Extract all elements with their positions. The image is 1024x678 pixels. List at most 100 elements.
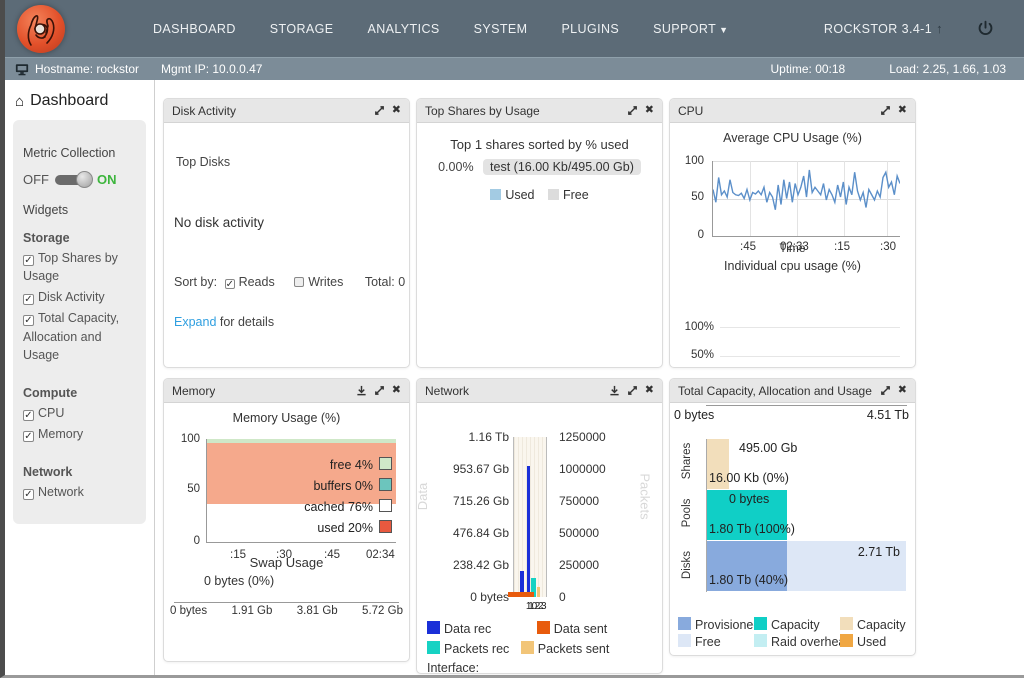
nav-support[interactable]: SUPPORT▼ bbox=[653, 22, 728, 36]
close-icon[interactable]: ✖ bbox=[645, 385, 654, 396]
free-swatch bbox=[678, 634, 691, 647]
power-icon[interactable] bbox=[977, 20, 994, 37]
net-rtick: 750000 bbox=[559, 495, 621, 507]
widget-title: Top Shares by Usage bbox=[425, 104, 540, 118]
capacity-axis bbox=[706, 405, 907, 406]
widget-header: Top Shares by Usage ✖ bbox=[417, 99, 662, 123]
widget-header: Memory ✖ bbox=[164, 379, 409, 403]
swap-axis bbox=[174, 602, 399, 603]
cpu-line-path bbox=[713, 170, 900, 210]
widget-title: CPU bbox=[678, 104, 703, 118]
nav-system[interactable]: SYSTEM bbox=[474, 22, 528, 36]
sort-by-label: Sort by: bbox=[174, 275, 217, 289]
checkbox-checked-icon[interactable]: ✓ bbox=[23, 410, 34, 421]
nav-plugins[interactable]: PLUGINS bbox=[561, 22, 619, 36]
provisioned-swatch bbox=[678, 617, 691, 630]
share-row: 0.00% test (16.00 Kb/495.00 Gb) bbox=[417, 160, 662, 174]
legend-buffers: buffers 0% bbox=[304, 476, 392, 497]
hand-horns-icon bbox=[23, 9, 59, 49]
cached-swatch bbox=[379, 499, 392, 512]
checkbox-checked-icon[interactable]: ✓ bbox=[23, 294, 34, 305]
packets-sent-label: Packets sent bbox=[538, 642, 610, 656]
widget-title: Memory bbox=[172, 384, 215, 398]
swap-tick-1: 1.91 Gb bbox=[231, 605, 272, 617]
resize-icon[interactable] bbox=[374, 385, 385, 396]
cpu-xtick-30: :30 bbox=[880, 241, 896, 253]
expand-link[interactable]: Expand bbox=[174, 315, 216, 329]
network-legend-row2: Packets rec Packets sent bbox=[427, 641, 609, 656]
checkbox-unchecked-icon[interactable] bbox=[294, 277, 304, 287]
rockstor-logo[interactable] bbox=[17, 5, 65, 53]
memory-ytick-0: 0 bbox=[166, 535, 200, 547]
cpu-individual-bar-chart bbox=[720, 327, 900, 368]
close-icon[interactable]: ✖ bbox=[898, 105, 907, 116]
disks-top-label: 2.71 Tb bbox=[858, 545, 900, 559]
memory-chart-title: Memory Usage (%) bbox=[164, 411, 409, 425]
nav-analytics[interactable]: ANALYTICS bbox=[367, 22, 439, 36]
widget-cpu: CPU ✖ Average CPU Usage (%) 100 50 0 bbox=[669, 98, 916, 368]
checkbox-checked-icon[interactable]: ✓ bbox=[23, 431, 34, 442]
checkbox-label: Top Shares by Usage bbox=[23, 251, 118, 283]
toggle-knob[interactable] bbox=[76, 171, 93, 188]
cpu-ytick-100: 100 bbox=[670, 155, 704, 167]
legend-provisioned: Provisioned bbox=[678, 617, 754, 632]
legend-used: Used bbox=[840, 634, 911, 649]
network-right-ticks: 1250000 1000000 750000 500000 250000 0 bbox=[551, 431, 621, 603]
capacity-row: 0 bytes 1.80 Tb (100%) bbox=[707, 490, 906, 540]
memory-area-chart: free 4% buffers 0% cached 76% used 20% bbox=[206, 439, 396, 543]
resize-icon[interactable] bbox=[880, 385, 891, 396]
checkbox-checked-icon[interactable]: ✓ bbox=[23, 255, 34, 266]
sort-writes-option[interactable]: Writes bbox=[294, 275, 343, 289]
checkbox-checked-icon[interactable]: ✓ bbox=[23, 489, 34, 500]
capacity-axis-ticks: 0 bytes 4.51 Tb bbox=[674, 408, 909, 422]
swap-tick-3: 5.72 Gb bbox=[362, 605, 403, 617]
resize-icon[interactable] bbox=[374, 105, 385, 116]
legend-cached-label: cached 76% bbox=[304, 500, 373, 514]
top-disks-label: Top Disks bbox=[176, 155, 230, 169]
nav-storage[interactable]: STORAGE bbox=[270, 22, 334, 36]
resize-icon[interactable] bbox=[627, 385, 638, 396]
version-link[interactable]: ROCKSTOR 3.4-1↑ bbox=[824, 21, 943, 36]
net-data-sent-bar bbox=[508, 592, 534, 597]
status-bar: Hostname: rockstor Mgmt IP: 10.0.0.47 Up… bbox=[5, 57, 1024, 80]
disk-activity-empty-message: No disk activity bbox=[174, 215, 264, 230]
checkbox-checked-icon[interactable]: ✓ bbox=[23, 315, 34, 326]
close-icon[interactable]: ✖ bbox=[392, 385, 401, 396]
close-icon[interactable]: ✖ bbox=[645, 105, 654, 116]
sort-reads-option[interactable]: ✓Reads bbox=[225, 275, 275, 289]
checkbox-checked-icon[interactable]: ✓ bbox=[225, 279, 235, 289]
sidebar-item-cpu[interactable]: ✓ CPU bbox=[23, 404, 136, 422]
sidebar-item-network[interactable]: ✓Network bbox=[23, 483, 136, 501]
metric-collection-toggle[interactable] bbox=[55, 175, 91, 185]
checkbox-label: Disk Activity bbox=[38, 290, 105, 304]
resize-icon[interactable] bbox=[880, 105, 891, 116]
net-ltick: 1.16 Tb bbox=[417, 431, 509, 443]
close-icon[interactable]: ✖ bbox=[898, 385, 907, 396]
nav-right: ROCKSTOR 3.4-1↑ bbox=[824, 20, 994, 37]
pools-bottom-label: 1.80 Tb (100%) bbox=[709, 522, 795, 536]
top-shares-subtitle: Top 1 shares sorted by % used bbox=[417, 137, 662, 152]
sidebar-item-top-shares[interactable]: ✓Top Shares by Usage bbox=[23, 249, 136, 285]
data-rec-label: Data rec bbox=[444, 622, 491, 636]
widget-header: Disk Activity ✖ bbox=[164, 99, 409, 123]
checkbox-label: CPU bbox=[38, 406, 64, 420]
close-icon[interactable]: ✖ bbox=[392, 105, 401, 116]
sidebar-item-memory[interactable]: ✓Memory bbox=[23, 425, 136, 443]
sidebar-item-total-capacity[interactable]: ✓Total Capacity, Allocation and Usage bbox=[23, 309, 136, 363]
nav-dashboard[interactable]: DASHBOARD bbox=[153, 22, 236, 36]
swap-current-label: 0 bytes (0%) bbox=[204, 574, 409, 588]
resize-icon[interactable] bbox=[627, 105, 638, 116]
memory-xtick-0234: 02:34 bbox=[366, 549, 395, 561]
share-pill[interactable]: test (16.00 Kb/495.00 Gb) bbox=[483, 159, 641, 175]
download-icon[interactable] bbox=[609, 385, 620, 396]
legend-buffers-label: buffers 0% bbox=[313, 479, 373, 493]
disks-bottom-label: 1.80 Tb (40%) bbox=[709, 573, 788, 587]
download-icon[interactable] bbox=[356, 385, 367, 396]
used-label: Used bbox=[857, 635, 886, 649]
sidebar-item-disk-activity[interactable]: ✓ Disk Activity bbox=[23, 288, 136, 306]
raid-overhead-swatch bbox=[754, 634, 767, 647]
disk-total-label: Total: 0 bbox=[365, 275, 405, 289]
sidebar: ⌂ Dashboard Metric Collection OFF ON Wid… bbox=[5, 80, 155, 675]
net-rtick: 250000 bbox=[559, 559, 621, 571]
capacity-teal-swatch bbox=[754, 617, 767, 630]
